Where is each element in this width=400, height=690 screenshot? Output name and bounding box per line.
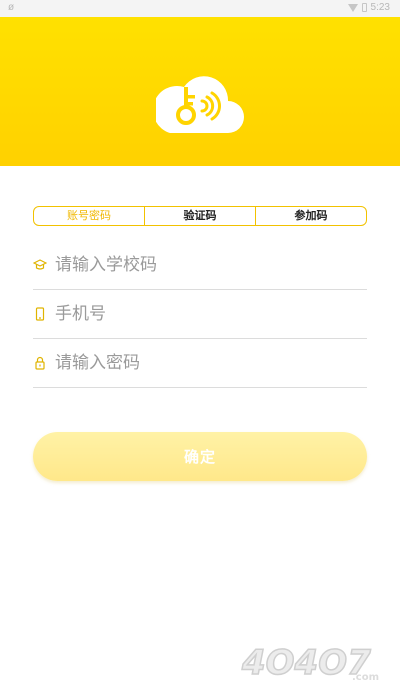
tab-account-password[interactable]: 账号密码 — [34, 207, 144, 225]
tab-join-code[interactable]: 参加码 — [255, 207, 366, 225]
lock-icon — [35, 356, 45, 370]
status-icons: 5:23 — [347, 2, 390, 13]
watermark-logo: 4O4O7 .com — [240, 642, 379, 684]
battery-icon — [361, 3, 367, 12]
confirm-button[interactable]: 确定 — [33, 432, 367, 481]
school-code-input[interactable] — [55, 249, 355, 281]
password-field — [33, 339, 367, 388]
status-bar: ø 5:23 — [0, 0, 400, 17]
phone-icon — [35, 307, 45, 321]
password-input[interactable] — [55, 347, 355, 379]
svg-text:.com: .com — [352, 672, 379, 683]
header-banner — [0, 17, 400, 166]
status-time: 5:23 — [370, 2, 390, 13]
school-code-field — [33, 241, 367, 290]
login-mode-tabs: 账号密码 验证码 参加码 — [33, 206, 367, 226]
phone-input[interactable] — [55, 298, 355, 330]
phone-field — [33, 290, 367, 339]
wifi-icon — [347, 3, 358, 12]
notification-icon: ø — [8, 2, 15, 13]
cloud-key-icon — [156, 76, 244, 133]
graduation-cap-icon — [33, 259, 47, 270]
tab-verification-code[interactable]: 验证码 — [144, 207, 255, 225]
